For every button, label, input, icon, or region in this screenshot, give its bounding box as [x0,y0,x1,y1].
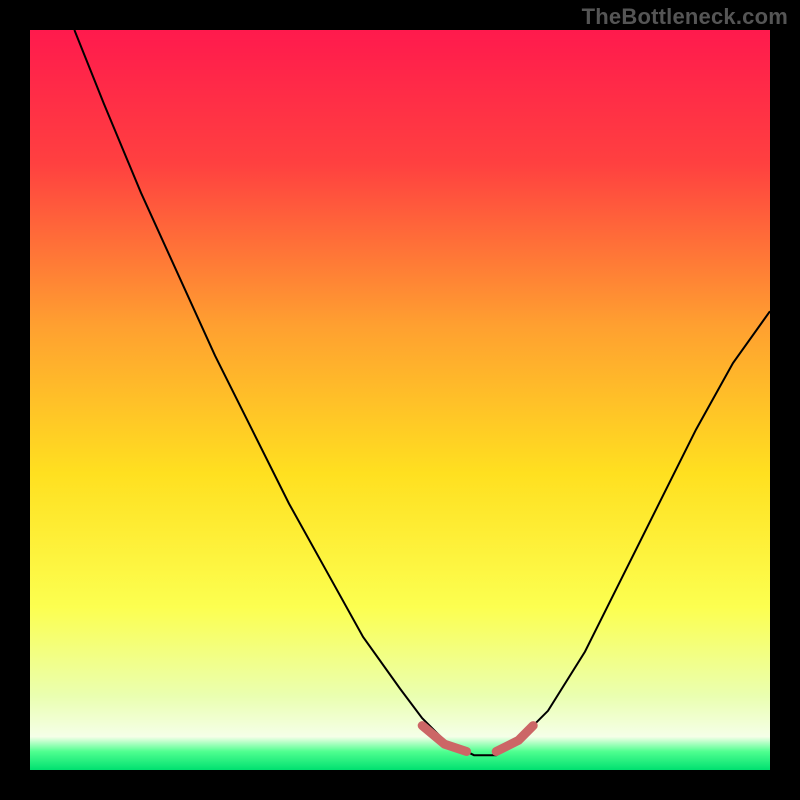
chart-svg [30,30,770,770]
watermark-text: TheBottleneck.com [582,4,788,30]
chart-plot-area [30,30,770,770]
app-frame: TheBottleneck.com [0,0,800,800]
chart-background [30,30,770,770]
